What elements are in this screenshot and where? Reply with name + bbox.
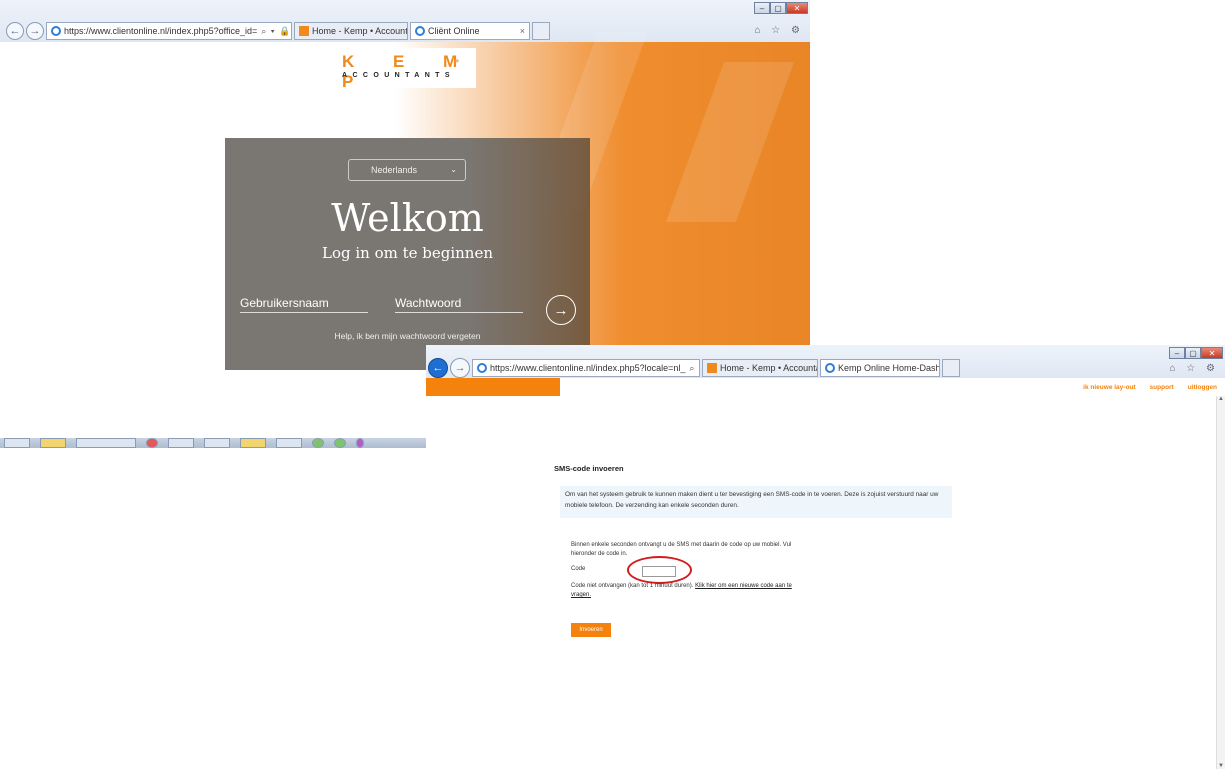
tab-label: Kemp Online Home-Dashb...: [838, 363, 940, 373]
logo-dot: •: [455, 54, 460, 68]
tab-label: Cliënt Online: [428, 26, 480, 36]
new-layout-link[interactable]: ik nieuwe lay-out: [1083, 384, 1135, 391]
taskbar-item[interactable]: [334, 438, 346, 448]
chevron-down-icon: ⌄: [450, 165, 457, 174]
info-box: Om van het systeem gebruik te kunnen mak…: [560, 486, 952, 518]
login-page: K E M P • ACCOUNTANTS Nederlands ⌄ Welko…: [0, 32, 810, 370]
tab-kemp-online[interactable]: Kemp Online Home-Dashb... ×: [820, 359, 940, 377]
tab-home-kemp[interactable]: Home - Kemp • Accountants: [702, 359, 818, 377]
address-url: https://www.clientonline.nl/index.php5?l…: [490, 363, 686, 373]
forward-arrow-icon: →: [29, 25, 41, 37]
highlight-circle: [627, 556, 692, 584]
taskbar-item[interactable]: [276, 438, 302, 448]
browser-chrome: – ▢ ✕ ← → https://www.clientonline.nl/in…: [0, 0, 810, 42]
arrow-right-icon: →: [553, 301, 569, 319]
welcome-heading: Welkom: [331, 196, 484, 240]
ie-icon: [51, 26, 61, 36]
tab-client-online[interactable]: Cliënt Online ×: [410, 22, 530, 40]
tab-home-kemp[interactable]: Home - Kemp • Accountants: [294, 22, 408, 40]
address-bar[interactable]: https://www.clientonline.nl/index.php5?l…: [472, 359, 700, 377]
taskbar-item[interactable]: [168, 438, 194, 448]
address-bar[interactable]: https://www.clientonline.nl/index.php5?o…: [46, 22, 292, 40]
logo-subtext: ACCOUNTANTS: [342, 72, 455, 79]
back-arrow-icon: ←: [432, 362, 444, 374]
maximize-button[interactable]: ▢: [770, 2, 786, 14]
kemp-logo: K E M P • ACCOUNTANTS: [333, 48, 476, 91]
taskbar: [0, 438, 428, 448]
not-received-text: Code niet ontvangen (kan tot 1 minuut du…: [571, 583, 694, 589]
address-controls-icon[interactable]: ⌕ ▾ 🔒 ↻: [261, 26, 291, 37]
taskbar-item[interactable]: [4, 438, 30, 448]
taskbar-item[interactable]: [312, 438, 324, 448]
taskbar-item[interactable]: [204, 438, 230, 448]
address-url: https://www.clientonline.nl/index.php5?o…: [64, 26, 258, 36]
address-controls-icon[interactable]: ⌕ ▾ 🔒 ↻: [689, 363, 699, 374]
ie-favicon-icon: [825, 363, 835, 373]
tab-label: Home - Kemp • Accountants: [720, 363, 817, 373]
browser-window-login: – ▢ ✕ ← → https://www.clientonline.nl/in…: [0, 0, 810, 370]
window-controls: – ▢ ✕: [754, 2, 808, 14]
browser-window-sms: – ▢ ✕ ← → https://www.clientonline.nl/in…: [426, 345, 1225, 769]
top-links: ik nieuwe lay-out support uitloggen: [1069, 378, 1217, 396]
taskbar-item[interactable]: [146, 438, 158, 448]
taskbar-item[interactable]: [76, 438, 136, 448]
language-select[interactable]: Nederlands ⌄: [348, 159, 466, 181]
back-button[interactable]: ←: [428, 358, 448, 378]
forward-arrow-icon: →: [454, 362, 466, 374]
support-link[interactable]: support: [1150, 384, 1174, 391]
back-arrow-icon: ←: [9, 25, 21, 37]
minimize-button[interactable]: –: [754, 2, 770, 14]
new-tab-button[interactable]: [532, 22, 550, 40]
username-field[interactable]: Gebruikersnaam: [240, 296, 368, 313]
language-value: Nederlands: [371, 165, 418, 175]
kemp-favicon-icon: [299, 26, 309, 36]
code-label: Code: [571, 566, 586, 572]
kemp-favicon-icon: [707, 363, 717, 373]
ie-icon: [477, 363, 487, 373]
ie-favicon-icon: [415, 26, 425, 36]
close-tab-icon[interactable]: ×: [514, 26, 525, 36]
tab-bar: ← → https://www.clientonline.nl/index.ph…: [0, 20, 810, 42]
sms-instructions: Binnen enkele seconden ontvangt u de SMS…: [571, 542, 792, 557]
login-submit-button[interactable]: →: [546, 295, 576, 325]
scroll-down-icon[interactable]: ▼: [1217, 763, 1225, 769]
taskbar-item[interactable]: [356, 438, 364, 448]
forgot-password-link[interactable]: Help, ik ben mijn wachtwoord vergeten: [225, 331, 590, 341]
taskbar-item[interactable]: [240, 438, 266, 448]
toolbar-icons[interactable]: ⌂ ☆ ⚙: [754, 25, 804, 36]
back-button[interactable]: ←: [6, 22, 24, 40]
toolbar-icons[interactable]: ⌂ ☆ ⚙: [1169, 363, 1219, 374]
password-field[interactable]: Wachtwoord: [395, 296, 523, 313]
forward-button[interactable]: →: [26, 22, 44, 40]
close-window-button[interactable]: ✕: [786, 2, 808, 14]
header-orange-bar: [426, 378, 560, 396]
taskbar-item[interactable]: [40, 438, 66, 448]
background-facet: [665, 62, 795, 222]
tab-bar: ← → https://www.clientonline.nl/index.ph…: [426, 358, 1225, 378]
login-panel: Nederlands ⌄ Welkom Log in om te beginne…: [225, 138, 590, 370]
submit-code-button[interactable]: Invoeren: [571, 623, 611, 637]
new-tab-button[interactable]: [942, 359, 960, 377]
browser-chrome: – ▢ ✕ ← → https://www.clientonline.nl/in…: [426, 345, 1225, 378]
page-title: SMS-code invoeren: [554, 464, 624, 473]
scroll-up-icon[interactable]: ▲: [1217, 396, 1225, 402]
forward-button[interactable]: →: [450, 358, 470, 378]
vertical-scrollbar[interactable]: ▲ ▼: [1216, 396, 1225, 769]
welcome-subtitle: Log in om te beginnen: [321, 244, 494, 262]
code-not-received: Code niet ontvangen (kan tot 1 minuut du…: [571, 582, 803, 600]
logout-link[interactable]: uitloggen: [1188, 384, 1217, 391]
tab-label: Home - Kemp • Accountants: [312, 26, 408, 36]
